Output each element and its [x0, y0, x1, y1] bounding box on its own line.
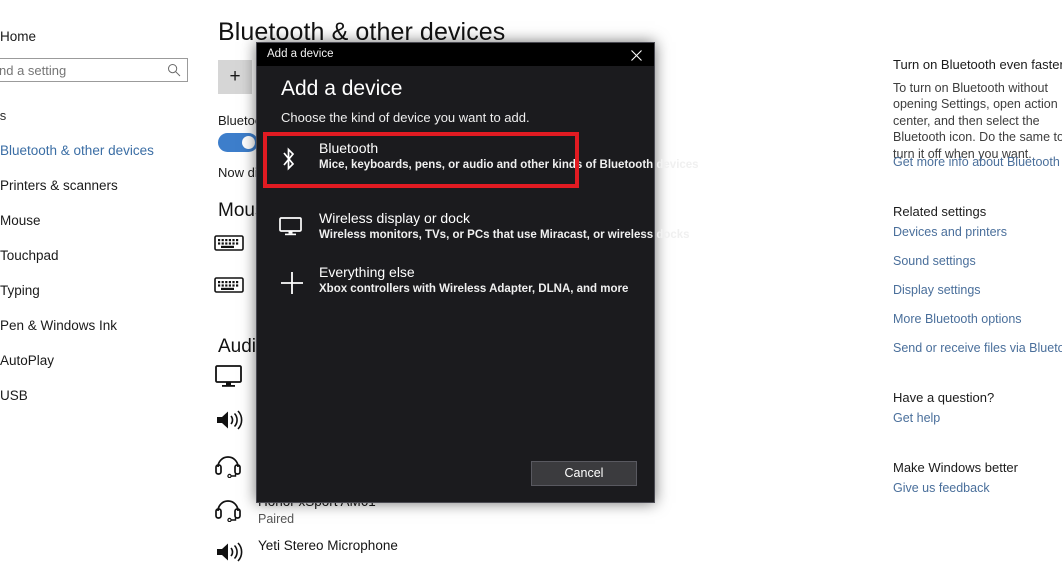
dialog-option-title: Bluetooth — [319, 140, 379, 156]
link-display-settings[interactable]: Display settings — [893, 283, 981, 297]
search-box[interactable] — [0, 58, 188, 82]
dialog-option-title: Everything else — [319, 264, 415, 280]
cancel-button-label: Cancel — [564, 466, 604, 480]
sidebar-item-label: Home — [0, 29, 37, 44]
toggle-knob — [242, 136, 255, 149]
dialog-titlebar: Add a device — [257, 43, 654, 66]
sidebar-item-mouse[interactable]: Mouse — [0, 208, 196, 234]
link-sound-settings[interactable]: Sound settings — [893, 254, 976, 268]
info-tip-heading: Turn on Bluetooth even faster — [893, 57, 1062, 72]
sidebar-item-autoplay[interactable]: AutoPlay — [0, 348, 196, 374]
sidebar-item-label: Touchpad — [0, 248, 59, 263]
cancel-button[interactable]: Cancel — [531, 461, 637, 486]
link-more-bluetooth-options[interactable]: More Bluetooth options — [893, 312, 1022, 326]
dialog-option-description: Mice, keyboards, pens, or audio and othe… — [319, 159, 699, 171]
sidebar-item-typing[interactable]: Typing — [0, 278, 196, 304]
dialog-option-description: Xbox controllers with Wireless Adapter, … — [319, 283, 629, 295]
dialog-option-bluetooth[interactable]: Bluetooth Mice, keyboards, pens, or audi… — [265, 136, 699, 184]
search-icon — [167, 63, 181, 77]
sidebar-item-bluetooth-and-other-devices[interactable]: Bluetooth & other devices — [0, 138, 196, 164]
sidebar-item-label: Pen & Windows Ink — [0, 318, 118, 333]
link-give-us-feedback[interactable]: Give us feedback — [893, 481, 990, 495]
settings-window: Home ces Bluetooth & other devices Print… — [0, 0, 1062, 584]
sidebar-item-label: Printers & scanners — [0, 178, 118, 193]
sidebar-item-pen-and-windows-ink[interactable]: Pen & Windows Ink — [0, 313, 196, 339]
dialog-option-title: Wireless display or dock — [319, 210, 470, 226]
plus-icon: + — [229, 66, 241, 87]
dialog-option-everything-else[interactable]: Everything else Xbox controllers with Wi… — [265, 260, 648, 308]
keyboard-icon — [214, 274, 246, 302]
add-a-device-dialog: Add a device Add a device Choose the kin… — [256, 42, 699, 503]
info-related-settings-heading: Related settings — [893, 204, 987, 219]
info-feedback-heading: Make Windows better — [893, 460, 1018, 475]
bluetooth-toggle[interactable] — [218, 133, 258, 152]
info-question-heading: Have a question? — [893, 390, 995, 405]
link-get-help[interactable]: Get help — [893, 411, 940, 425]
device-name: Yeti Stereo Microphone — [258, 538, 398, 553]
link-get-more-info-about-bluetooth[interactable]: Get more info about Bluetooth — [893, 155, 1060, 169]
dialog-subtitle: Choose the kind of device you want to ad… — [281, 110, 530, 125]
search-input[interactable] — [0, 59, 159, 81]
dialog-option-wireless-display-or-dock[interactable]: Wireless display or dock Wireless monito… — [265, 206, 690, 254]
info-tip-body: To turn on Bluetooth without opening Set… — [893, 81, 1062, 161]
link-send-or-receive-files-via-bluetooth[interactable]: Send or receive files via Bluetooth — [893, 341, 1062, 355]
sidebar-item-label: Typing — [0, 283, 40, 298]
sidebar-item-label: AutoPlay — [0, 353, 55, 368]
sidebar-item-printers-and-scanners[interactable]: Printers & scanners — [0, 173, 196, 199]
headset-icon — [214, 496, 246, 524]
sidebar-item-usb[interactable]: USB — [0, 383, 196, 409]
keyboard-icon — [214, 232, 246, 260]
dialog-heading: Add a device — [281, 77, 403, 100]
plus-icon — [279, 270, 305, 296]
headset-icon — [214, 452, 246, 480]
close-icon[interactable] — [618, 43, 654, 66]
sidebar-section-label: ces — [0, 108, 7, 123]
device-state: Paired — [258, 512, 295, 526]
speaker-icon — [214, 540, 246, 568]
info-pane: Turn on Bluetooth even faster To turn on… — [880, 0, 1062, 584]
list-item[interactable]: Yeti Stereo Microphone — [214, 538, 634, 580]
link-devices-and-printers[interactable]: Devices and printers — [893, 225, 1007, 239]
sidebar-item-home[interactable]: Home — [0, 27, 180, 47]
bluetooth-icon — [279, 146, 305, 172]
add-bluetooth-or-other-device-button[interactable]: + — [218, 60, 252, 94]
sidebar-section-devices: ces — [0, 107, 176, 125]
dialog-titlebar-title: Add a device — [267, 48, 334, 60]
monitor-icon — [279, 216, 305, 242]
sidebar-item-touchpad[interactable]: Touchpad — [0, 243, 196, 269]
dialog-option-description: Wireless monitors, TVs, or PCs that use … — [319, 229, 690, 241]
speaker-icon — [214, 408, 246, 436]
sidebar-item-label: USB — [0, 388, 28, 403]
sidebar-item-label: Bluetooth & other devices — [0, 143, 154, 158]
navigation-pane: Home ces Bluetooth & other devices Print… — [0, 0, 200, 584]
monitor-icon — [214, 364, 246, 392]
sidebar-item-label: Mouse — [0, 213, 41, 228]
